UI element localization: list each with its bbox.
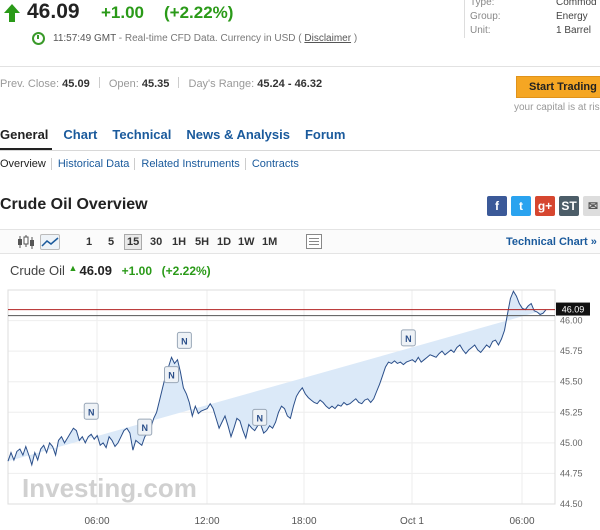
chart-change: +1.00 <box>121 264 153 278</box>
main-tabs: General Chart Technical News & Analysis Foru… <box>0 127 360 142</box>
last-price: 46.09 <box>27 0 80 23</box>
stocktwits-icon[interactable]: ST <box>559 196 579 216</box>
price-change-percent: (+2.22%) <box>164 3 234 22</box>
price-line <box>7 290 547 467</box>
timeframe-1[interactable]: 1 <box>86 236 92 248</box>
page-title: Crude Oil Overview <box>0 196 148 213</box>
clock-icon <box>32 32 45 45</box>
y-tick-label: 45.25 <box>560 407 583 417</box>
timeframe-5h[interactable]: 5H <box>195 236 209 248</box>
price-change: +1.00 <box>101 3 145 22</box>
price-stats: Prev. Close: 45.09 Open: 45.35 Day's Ran… <box>0 77 322 90</box>
tab-forum[interactable]: Forum <box>305 127 345 142</box>
x-tick-label: 18:00 <box>291 516 316 527</box>
subtab-related-instruments[interactable]: Related Instruments <box>134 158 245 170</box>
last-price-label: 46.09 <box>556 302 590 316</box>
quote-time-note: - Real-time CFD Data. Currency in USD ( <box>118 33 302 44</box>
subtab-overview[interactable]: Overview <box>0 158 51 170</box>
up-arrow-icon: ▲ <box>68 263 78 273</box>
news-marker-label: N <box>256 413 263 423</box>
timeframe-1d[interactable]: 1D <box>217 236 231 248</box>
x-tick-label: Oct 1 <box>400 516 424 527</box>
x-tick-label: 12:00 <box>194 516 219 527</box>
prev-close-value: 45.09 <box>62 78 90 90</box>
quote-timestamp: 11:57:49 GMT - Real-time CFD Data. Curre… <box>53 33 357 44</box>
data-table-icon[interactable] <box>306 234 322 249</box>
quote-time: 11:57:49 GMT <box>53 33 116 44</box>
x-tick-label: 06:00 <box>84 516 109 527</box>
subtab-contracts[interactable]: Contracts <box>244 158 304 170</box>
y-axis: 46.00 45.75 45.50 45.25 45.00 44.75 44.50 <box>560 316 583 509</box>
y-tick-label: 45.00 <box>560 438 583 448</box>
facebook-icon[interactable]: f <box>487 196 507 216</box>
chart-symbol: Crude Oil <box>10 263 65 278</box>
reference-lines <box>8 309 555 317</box>
news-marker-label: N <box>405 334 412 344</box>
chart-change-percent: (+2.22%) <box>161 264 211 278</box>
subtab-historical-data[interactable]: Historical Data <box>50 158 135 170</box>
chart-header: Crude Oil ▲ 46.09 +1.00 (+2.22%) <box>10 263 211 278</box>
timeframe-5[interactable]: 5 <box>108 236 114 248</box>
share-buttons: f t g+ ST ✉ <box>487 196 600 216</box>
meta-unit: Unit: 1 Barrel <box>470 25 592 36</box>
y-tick-label: 45.50 <box>560 377 583 387</box>
risk-warning: your capital is at ris <box>514 102 600 113</box>
timeframe-15[interactable]: 15 <box>124 234 143 250</box>
timeframe-1m[interactable]: 1M <box>262 236 277 248</box>
open-value: 45.35 <box>141 78 170 90</box>
google-plus-icon[interactable]: g+ <box>535 196 555 216</box>
divider <box>0 66 600 67</box>
chart-toolbar: 1 5 15 30 1H 5H 1D 1W 1M Technical Chart… <box>0 229 600 254</box>
timeframe-1w[interactable]: 1W <box>238 236 255 248</box>
tab-technical[interactable]: Technical <box>112 127 171 142</box>
days-range-label: Day's Range: <box>188 78 255 90</box>
candlestick-icon[interactable] <box>16 234 36 250</box>
investing-watermark: Investing.com <box>22 473 197 503</box>
instrument-meta: Type: Commod Group: Energy Unit: 1 Barre… <box>470 0 597 38</box>
tab-news-analysis[interactable]: News & Analysis <box>186 127 290 142</box>
price-chart[interactable]: Investing.com 46.0045.7545.5045.2545.004… <box>0 280 600 530</box>
news-marker-label: N <box>168 371 175 381</box>
price-area <box>8 291 547 465</box>
y-tick-label: 44.50 <box>560 499 583 509</box>
divider <box>0 150 600 151</box>
y-tick-label: 44.75 <box>560 468 583 478</box>
news-marker-label: N <box>181 336 188 346</box>
meta-type: Type: Commod <box>470 0 597 8</box>
disclaimer-link[interactable]: Disclaimer <box>304 33 351 44</box>
sub-tabs: Overview Historical Data Related Instrumen… <box>0 158 304 170</box>
y-tick-label: 45.75 <box>560 346 583 356</box>
y-tick-label: 46.00 <box>560 316 583 326</box>
arrow-up-icon <box>4 4 20 22</box>
line-chart-icon[interactable] <box>40 234 60 250</box>
twitter-icon[interactable]: t <box>511 196 531 216</box>
quote-time-close: ) <box>353 33 358 44</box>
tab-general[interactable]: General <box>0 127 48 142</box>
meta-group: Group: Energy <box>470 11 588 22</box>
last-price-text: 46.09 <box>562 305 585 315</box>
start-trading-button[interactable]: Start Trading <box>516 76 600 98</box>
meta-divider <box>464 0 465 38</box>
prev-close-label: Prev. Close: <box>0 78 60 90</box>
timeframe-1h[interactable]: 1H <box>172 236 186 248</box>
chart-price: 46.09 <box>79 263 113 278</box>
timeframe-30[interactable]: 30 <box>150 236 162 248</box>
days-range-value: 45.24 - 46.32 <box>257 78 323 90</box>
x-tick-label: 06:00 <box>509 516 534 527</box>
technical-chart-link[interactable]: Technical Chart » <box>506 236 597 248</box>
mail-icon[interactable]: ✉ <box>583 196 600 216</box>
x-axis: 06:00 12:00 18:00 Oct 1 06:00 <box>84 516 534 527</box>
tab-chart[interactable]: Chart <box>63 127 97 142</box>
news-marker-label: N <box>142 423 149 433</box>
open-label: Open: <box>108 78 139 90</box>
news-marker-label: N <box>88 407 95 417</box>
